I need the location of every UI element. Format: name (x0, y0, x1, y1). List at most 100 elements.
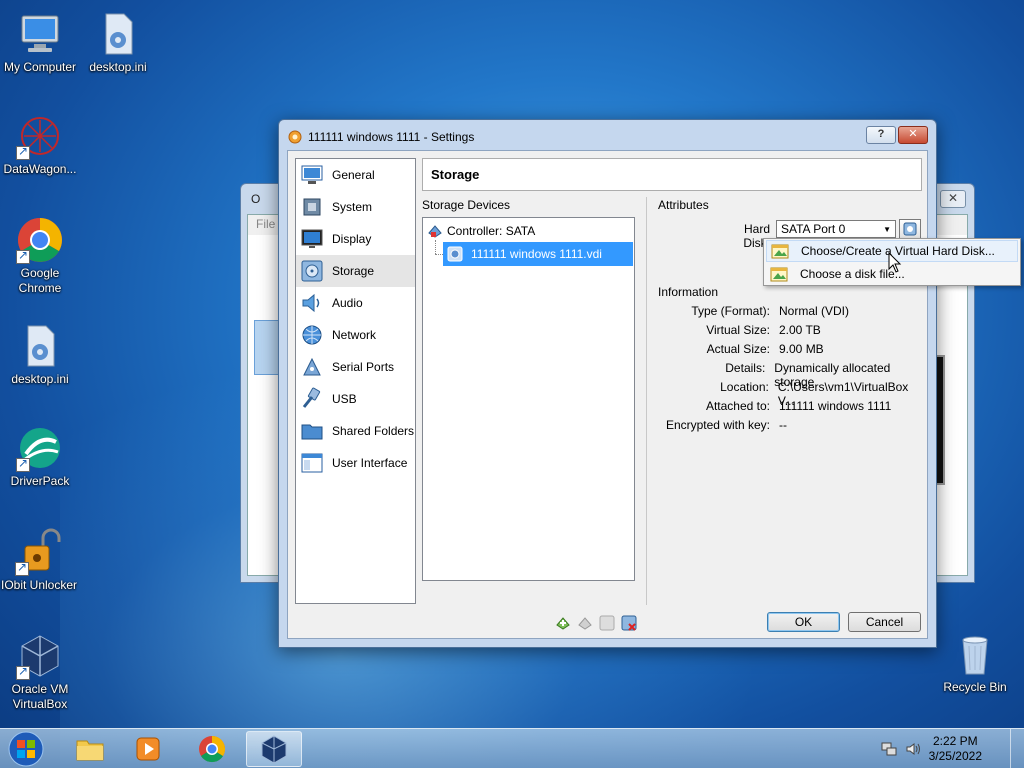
dialog-title-bar: 111111 windows 1111 - Settings (287, 128, 474, 146)
disk-label: 111111 windows 1111.vdi (471, 247, 602, 261)
sidebar-item-label: Shared Folders (332, 424, 415, 438)
desktop-icon-oracle-vm-virtualbox[interactable]: Oracle VM VirtualBox (0, 632, 80, 712)
usb-icon (300, 387, 324, 411)
show-desktop-button[interactable] (1010, 729, 1024, 768)
sidebar-item-usb[interactable]: USB (296, 383, 415, 415)
cancel-button[interactable]: Cancel (848, 612, 921, 632)
info-row-actual-size: Actual Size: 9.00 MB (706, 342, 824, 356)
close-button[interactable]: ✕ (898, 126, 928, 144)
virtualbox-icon (261, 735, 287, 764)
shortcut-arrow-icon (16, 248, 30, 264)
ini-file-icon (94, 10, 142, 58)
desktop-icon-label: desktop.ini (11, 372, 69, 386)
storage-toolbar (554, 614, 638, 632)
media-player-icon (136, 737, 160, 761)
remove-controller-icon[interactable] (576, 614, 594, 632)
choose-disk-button[interactable] (899, 219, 921, 239)
desktop-icon-google-chrome[interactable]: Google Chrome (0, 216, 80, 296)
sata-controller-icon (428, 225, 442, 238)
disk-menu-icon (903, 222, 917, 236)
remove-attachment-icon[interactable] (620, 614, 638, 632)
recycle-bin-icon (951, 630, 999, 678)
chrome-icon (16, 216, 64, 264)
network-icon (300, 323, 324, 347)
computer-icon (16, 10, 64, 58)
help-button[interactable]: ? (866, 126, 896, 144)
settings-dialog: 111111 windows 1111 - Settings ? ✕ Gener… (278, 119, 937, 648)
storage-icon (300, 259, 324, 283)
controller-sata-item[interactable]: Controller: SATA (427, 222, 535, 240)
settings-sidebar: General System Display Storage Audio Net… (295, 158, 416, 604)
taskbar-explorer[interactable] (62, 731, 118, 767)
desktop-icon-iobit-unlocker[interactable]: IObit Unlocker (0, 528, 78, 593)
attributes-label: Attributes (658, 198, 709, 212)
clock[interactable]: 2:22 PM 3/25/2022 (929, 734, 982, 764)
disk-image-icon (771, 244, 789, 259)
shortcut-arrow-icon (15, 560, 29, 576)
system-icon (300, 195, 324, 219)
settings-gear-icon (288, 130, 302, 144)
general-icon (300, 163, 324, 187)
serial-ports-icon (300, 355, 324, 379)
hard-disk-port-select[interactable]: SATA Port 0 ▼ (776, 220, 896, 238)
taskbar: 2:22 PM 3/25/2022 (0, 728, 1024, 768)
back-window-close-button[interactable]: ✕ (940, 190, 966, 208)
sidebar-item-display[interactable]: Display (296, 223, 415, 255)
virtualbox-icon (16, 632, 64, 680)
iobit-unlocker-icon (15, 528, 63, 576)
desktop-icon-label: DataWagon... (3, 162, 77, 176)
sidebar-item-storage[interactable]: Storage (296, 255, 415, 287)
shortcut-arrow-icon (16, 664, 30, 680)
audio-icon (300, 291, 324, 315)
desktop-icon-datawagon[interactable]: DataWagon... (0, 112, 80, 177)
add-controller-icon[interactable] (554, 614, 572, 632)
desktop-icon-label: Google Chrome (18, 266, 62, 295)
clock-time: 2:22 PM (932, 734, 978, 748)
desktop-icon-desktop-ini-2[interactable]: desktop.ini (0, 322, 80, 387)
dialog-title: 111111 windows 1111 - Settings (308, 130, 475, 144)
volume-icon[interactable] (905, 741, 921, 757)
taskbar-chrome[interactable] (184, 731, 240, 767)
hard-disk-port-value: SATA Port 0 (781, 222, 846, 236)
ok-button[interactable]: OK (767, 612, 840, 632)
taskbar-media-player[interactable] (120, 731, 176, 767)
sidebar-item-label: USB (332, 392, 357, 406)
panel-divider (646, 197, 647, 605)
datawagon-icon (16, 112, 64, 160)
tree-connector (435, 240, 436, 254)
start-button[interactable] (4, 730, 48, 768)
sidebar-item-label: General (332, 168, 375, 182)
sidebar-item-network[interactable]: Network (296, 319, 415, 351)
sidebar-item-shared-folders[interactable]: Shared Folders (296, 415, 415, 447)
sidebar-item-serial-ports[interactable]: Serial Ports (296, 351, 415, 383)
add-attachment-icon[interactable] (598, 614, 616, 632)
desktop-icon-my-computer[interactable]: My Computer (0, 10, 80, 75)
sidebar-item-general[interactable]: General (296, 159, 415, 191)
sidebar-item-label: System (332, 200, 373, 214)
sidebar-item-system[interactable]: System (296, 191, 415, 223)
desktop-icon-driverpack[interactable]: DriverPack (0, 424, 80, 489)
hard-disk-icon (447, 246, 463, 262)
desktop-icon-desktop-ini[interactable]: desktop.ini (78, 10, 158, 75)
shortcut-arrow-icon (16, 144, 30, 160)
desktop-icon-label: IObit Unlocker (0, 578, 78, 592)
driverpack-icon (16, 424, 64, 472)
sidebar-item-audio[interactable]: Audio (296, 287, 415, 319)
disk-image-icon (770, 267, 788, 282)
sidebar-item-user-interface[interactable]: User Interface (296, 447, 415, 479)
sidebar-item-label: Network (332, 328, 377, 342)
desktop-icon-label: My Computer (3, 60, 77, 74)
desktop-icon-recycle-bin[interactable]: Recycle Bin (935, 630, 1015, 695)
windows-logo-icon (8, 731, 44, 767)
sidebar-item-label: User Interface (332, 456, 408, 470)
taskbar-virtualbox[interactable] (246, 731, 302, 767)
shortcut-arrow-icon (16, 456, 30, 472)
controller-label: Controller: SATA (447, 224, 536, 238)
info-row-type: Type (Format): Normal (VDI) (691, 304, 850, 318)
network-tray-icon[interactable] (881, 741, 897, 757)
disk-item-selected[interactable]: 111111 windows 1111.vdi (443, 242, 633, 266)
storage-tree[interactable]: Controller: SATA 111111 windows 1111.vdi (422, 217, 635, 581)
info-row-virtual-size: Virtual Size: 2.00 TB (706, 323, 821, 337)
desktop-icon-label: DriverPack (10, 474, 70, 488)
info-row-attached-to: Attached to: 111111 windows 1111 (705, 399, 892, 413)
